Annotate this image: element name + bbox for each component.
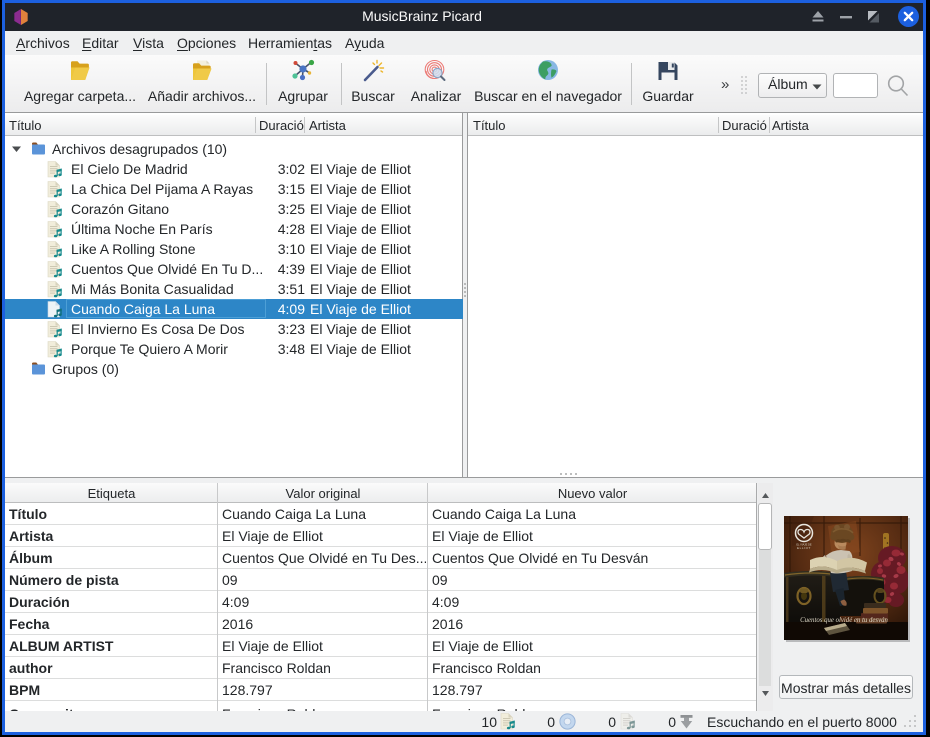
svg-text:Cuentos que olvidé en tu desvá: Cuentos que olvidé en tu desván xyxy=(800,617,888,624)
svg-text:ELLIOT: ELLIOT xyxy=(797,546,811,550)
